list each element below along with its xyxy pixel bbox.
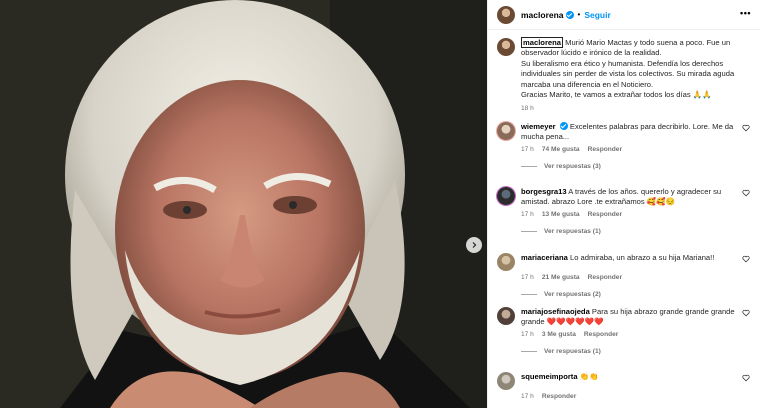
comment-item: mariajosefinaojeda Para su hija abrazo g… [497, 307, 757, 355]
author-username[interactable]: maclorena [521, 10, 564, 20]
view-replies-label: Ver respuestas (2) [544, 291, 601, 298]
comment-username[interactable]: mariajosefinaojeda [521, 307, 590, 316]
post-photo [0, 0, 487, 408]
more-options-icon[interactable]: ••• [740, 8, 751, 18]
comment-timestamp: 17 h [521, 330, 534, 338]
post-panel: maclorena • Seguir ••• maclorena Murió M… [487, 0, 760, 408]
view-replies-label: Ver respuestas (3) [544, 162, 601, 170]
reply-button[interactable]: Responder [542, 393, 576, 400]
comment-text: 👏👏 [579, 372, 599, 381]
view-replies-button[interactable]: Ver respuestas (2) [521, 291, 757, 298]
comment-username[interactable]: borgesgra13 [521, 187, 567, 196]
heart-outline-icon[interactable] [742, 374, 750, 382]
reply-button[interactable]: Responder [584, 331, 618, 338]
comment-avatar[interactable] [497, 187, 515, 205]
comment-likes[interactable]: 21 Me gusta [542, 274, 580, 281]
caption-avatar[interactable] [497, 38, 515, 56]
comment-item: borgesgra13 A través de los años. querer… [497, 187, 757, 235]
comment-item: squemeimporta 👏👏 17 h Responder [497, 372, 757, 400]
comment-avatar[interactable] [497, 253, 515, 271]
portrait-image [0, 0, 487, 408]
view-replies-button[interactable]: Ver respuestas (1) [521, 348, 757, 355]
separator-dot: • [577, 10, 581, 19]
next-image-button[interactable] [466, 237, 482, 253]
caption-text-block: maclorena Murió Mario Mactas y todo suen… [521, 37, 755, 115]
replies-divider [521, 294, 537, 295]
replies-divider [521, 165, 537, 167]
comment-likes[interactable]: 74 Me gusta [542, 146, 580, 153]
view-replies-button[interactable]: Ver respuestas (3) [521, 163, 757, 170]
comment-item: wiemeyer Excelentes palabras para decrib… [497, 122, 757, 170]
chevron-right-icon [472, 242, 477, 248]
comment-timestamp: 17 h [521, 210, 534, 218]
comment-item: mariaceriana Lo admiraba, un abrazo a su… [497, 253, 757, 298]
comment-timestamp: 17 h [521, 393, 534, 400]
view-replies-label: Ver respuestas (1) [544, 347, 601, 355]
caption-timestamp: 18 h [521, 105, 534, 113]
caption-text-2: Su liberalismo era ético y humanista. De… [521, 58, 735, 89]
replies-divider [521, 350, 537, 352]
comment-timestamp: 17 h [521, 145, 534, 153]
caption-text-3: Gracias Marito, te vamos a extrañar todo… [521, 90, 712, 100]
post-header: maclorena • Seguir ••• [488, 0, 760, 30]
comment-text: Lo admiraba, un abrazo a su hija Mariana… [570, 253, 715, 262]
comment-avatar[interactable] [497, 307, 515, 325]
follow-button[interactable]: Seguir [584, 10, 610, 20]
reply-button[interactable]: Responder [588, 274, 622, 281]
comment-likes[interactable]: 13 Me gusta [542, 211, 580, 218]
comment-avatar[interactable] [497, 372, 515, 390]
heart-outline-icon[interactable] [742, 124, 750, 132]
comment-username[interactable]: wiemeyer [521, 122, 556, 131]
caption-username[interactable]: maclorena [521, 37, 563, 48]
view-replies-button[interactable]: Ver respuestas (1) [521, 228, 757, 235]
comment-username[interactable]: squemeimporta [521, 372, 578, 381]
view-replies-label: Ver respuestas (1) [544, 227, 601, 235]
verified-badge-icon [559, 122, 568, 130]
heart-outline-icon[interactable] [742, 255, 750, 263]
comment-likes[interactable]: 3 Me gusta [542, 331, 576, 338]
comment-username[interactable]: mariaceriana [521, 253, 568, 262]
author-avatar[interactable] [497, 5, 515, 24]
reply-button[interactable]: Responder [588, 211, 622, 218]
verified-badge-icon [565, 10, 574, 19]
comment-avatar[interactable] [497, 122, 515, 140]
heart-outline-icon[interactable] [742, 309, 750, 317]
comment-timestamp: 17 h [521, 274, 534, 281]
heart-outline-icon[interactable] [742, 189, 750, 197]
replies-divider [521, 230, 537, 232]
post-caption: maclorena Murió Mario Mactas y todo suen… [497, 37, 755, 115]
reply-button[interactable]: Responder [588, 146, 622, 153]
